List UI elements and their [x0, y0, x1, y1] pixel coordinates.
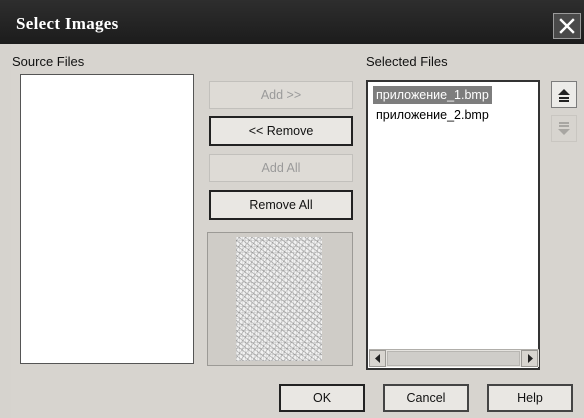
- move-up-button[interactable]: [551, 81, 577, 108]
- image-preview: [207, 232, 353, 366]
- source-files-list[interactable]: [20, 74, 194, 364]
- move-up-icon: [558, 88, 570, 102]
- close-icon: [559, 18, 575, 34]
- scrollbar-thumb[interactable]: [387, 351, 520, 366]
- source-files-label: Source Files: [12, 54, 85, 69]
- scroll-right-button[interactable]: [521, 350, 538, 367]
- add-all-button[interactable]: Add All: [209, 154, 353, 182]
- selected-file-item[interactable]: приложение_2.bmp: [373, 106, 492, 124]
- cancel-button[interactable]: Cancel: [383, 384, 469, 412]
- remove-all-button[interactable]: Remove All: [209, 190, 353, 220]
- preview-thumbnail: [236, 237, 322, 361]
- title-bar: Select Images: [0, 0, 584, 44]
- arrow-right-icon: [527, 354, 533, 363]
- ok-button[interactable]: OK: [279, 384, 365, 412]
- remove-button[interactable]: << Remove: [209, 116, 353, 146]
- dialog-body: Source Files Add >> << Remove Add All Re…: [11, 44, 584, 418]
- add-button[interactable]: Add >>: [209, 81, 353, 109]
- selected-file-item[interactable]: приложение_1.bmp: [373, 86, 492, 104]
- horizontal-scrollbar[interactable]: [369, 349, 539, 367]
- move-down-icon: [558, 121, 570, 135]
- dialog-title: Select Images: [16, 14, 119, 33]
- close-button[interactable]: [553, 13, 581, 39]
- selected-files-list[interactable]: приложение_1.bmp приложение_2.bmp: [366, 80, 540, 370]
- help-button[interactable]: Help: [487, 384, 573, 412]
- arrow-left-icon: [374, 354, 380, 363]
- selected-files-label: Selected Files: [366, 54, 448, 69]
- move-down-button[interactable]: [551, 115, 577, 142]
- select-images-dialog: Select Images Source Files Add >> << Rem…: [0, 0, 584, 418]
- scroll-left-button[interactable]: [369, 350, 386, 367]
